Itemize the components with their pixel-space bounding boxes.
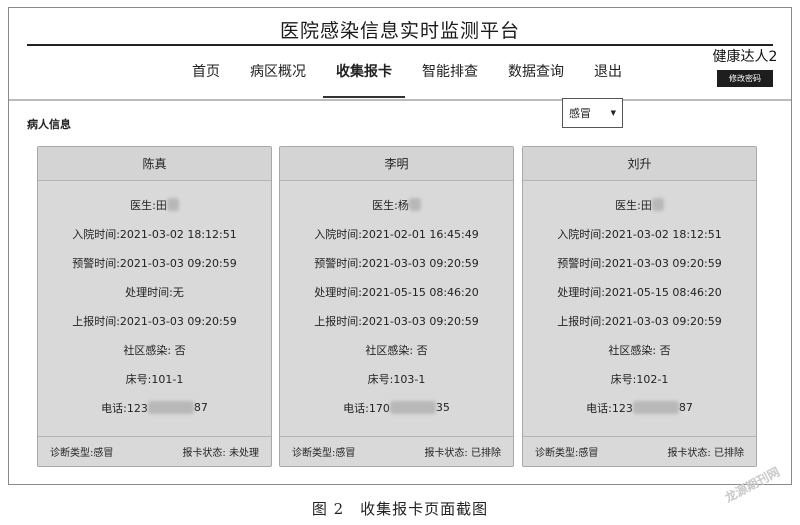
filter-selected-value: 感冒 <box>569 107 591 120</box>
nav-collect-cards[interactable]: 收集报卡 <box>323 46 405 98</box>
redacted-mask <box>389 401 436 414</box>
report-time: 上报时间:2021-03-03 09:20:59 <box>72 314 237 328</box>
user-panel: 健康达人2 修改密码 <box>699 46 791 87</box>
doctor-line: 医生: 杨 <box>280 190 513 219</box>
redacted-mask <box>632 401 679 414</box>
handle-time: 处理时间:2021-05-15 08:46:20 <box>314 285 479 299</box>
phone-prefix: 电话:123 <box>586 401 633 415</box>
diagnosis-filter-select[interactable]: 感冒 ▼ <box>562 98 623 128</box>
card-status: 报卡状态: 未处理 <box>182 448 259 459</box>
app-window: 医院感染信息实时监测平台 首页 病区概况 收集报卡 智能排查 数据查询 退出 健… <box>8 7 792 485</box>
doctor-line: 医生: 田 <box>38 190 271 219</box>
diagnosis-type: 诊断类型:感冒 <box>50 448 114 459</box>
phone-line: 电话:123 87 <box>38 393 271 422</box>
redacted-mask <box>651 198 664 211</box>
app-title: 医院感染信息实时监测平台 <box>279 20 520 42</box>
patient-card: 陈真 医生: 田 入院时间:2021-03-02 18:12:51 预警时间:20… <box>37 146 272 467</box>
bed-number: 床号:102-1 <box>610 372 669 386</box>
card-footer: 诊断类型:感冒 报卡状态: 已排除 <box>523 436 756 466</box>
header-divider <box>9 99 791 101</box>
user-name: 健康达人2 <box>712 49 778 65</box>
alert-time: 预警时间:2021-03-03 09:20:59 <box>314 256 479 270</box>
handle-time: 处理时间:无 <box>125 285 184 299</box>
report-time: 上报时间:2021-03-03 09:20:59 <box>557 314 722 328</box>
admit-time: 入院时间:2021-03-02 18:12:51 <box>557 227 722 241</box>
patient-card: 李明 医生: 杨 入院时间:2021-02-01 16:45:49 预警时间:20… <box>279 146 514 467</box>
change-password-button[interactable]: 修改密码 <box>717 70 773 87</box>
patient-name: 刘升 <box>523 147 756 181</box>
phone-prefix: 电话:170 <box>343 401 390 415</box>
card-footer: 诊断类型:感冒 报卡状态: 已排除 <box>280 436 513 466</box>
alert-time: 预警时间:2021-03-03 09:20:59 <box>557 256 722 270</box>
figure-caption: 图 2 收集报卡页面截图 <box>311 500 489 518</box>
nav-smart-screening[interactable]: 智能排查 <box>409 46 491 98</box>
community-infection: 社区感染: 否 <box>123 343 186 357</box>
main-nav: 首页 病区概况 收集报卡 智能排查 数据查询 退出 <box>179 46 639 98</box>
card-status: 报卡状态: 已排除 <box>667 448 744 459</box>
alert-time: 预警时间:2021-03-03 09:20:59 <box>72 256 237 270</box>
patient-card: 刘升 医生: 田 入院时间:2021-03-02 18:12:51 预警时间:20… <box>522 146 757 467</box>
admit-time: 入院时间:2021-02-01 16:45:49 <box>314 227 479 241</box>
section-title: 病人信息 <box>27 118 71 131</box>
doctor-label: 医生: <box>130 198 156 212</box>
nav-home[interactable]: 首页 <box>179 46 233 98</box>
phone-suffix: 35 <box>435 401 450 414</box>
phone-suffix: 87 <box>678 401 693 414</box>
phone-prefix: 电话:123 <box>101 401 148 415</box>
doctor-name: 杨 <box>397 198 409 212</box>
nav-logout[interactable]: 退出 <box>581 46 635 98</box>
caret-down-icon: ▼ <box>610 109 616 117</box>
card-footer: 诊断类型:感冒 报卡状态: 未处理 <box>38 436 271 466</box>
doctor-line: 医生: 田 <box>523 190 756 219</box>
patient-name: 李明 <box>280 147 513 181</box>
diagnosis-type: 诊断类型:感冒 <box>292 448 356 459</box>
nav-ward-overview[interactable]: 病区概况 <box>237 46 319 98</box>
nav-data-query[interactable]: 数据查询 <box>495 46 577 98</box>
admit-time: 入院时间:2021-03-02 18:12:51 <box>72 227 237 241</box>
doctor-label: 医生: <box>372 198 398 212</box>
redacted-mask <box>166 198 179 211</box>
community-infection: 社区感染: 否 <box>608 343 671 357</box>
redacted-mask <box>147 401 194 414</box>
redacted-mask <box>408 198 421 211</box>
bed-number: 床号:103-1 <box>367 372 426 386</box>
phone-suffix: 87 <box>193 401 208 414</box>
patient-name: 陈真 <box>38 147 271 181</box>
doctor-name: 田 <box>640 198 652 212</box>
phone-line: 电话:170 35 <box>280 393 513 422</box>
bed-number: 床号:101-1 <box>125 372 184 386</box>
doctor-name: 田 <box>155 198 167 212</box>
report-time: 上报时间:2021-03-03 09:20:59 <box>314 314 479 328</box>
card-status: 报卡状态: 已排除 <box>424 448 501 459</box>
diagnosis-type: 诊断类型:感冒 <box>535 448 599 459</box>
community-infection: 社区感染: 否 <box>365 343 428 357</box>
phone-line: 电话:123 87 <box>523 393 756 422</box>
doctor-label: 医生: <box>615 198 641 212</box>
handle-time: 处理时间:2021-05-15 08:46:20 <box>557 285 722 299</box>
